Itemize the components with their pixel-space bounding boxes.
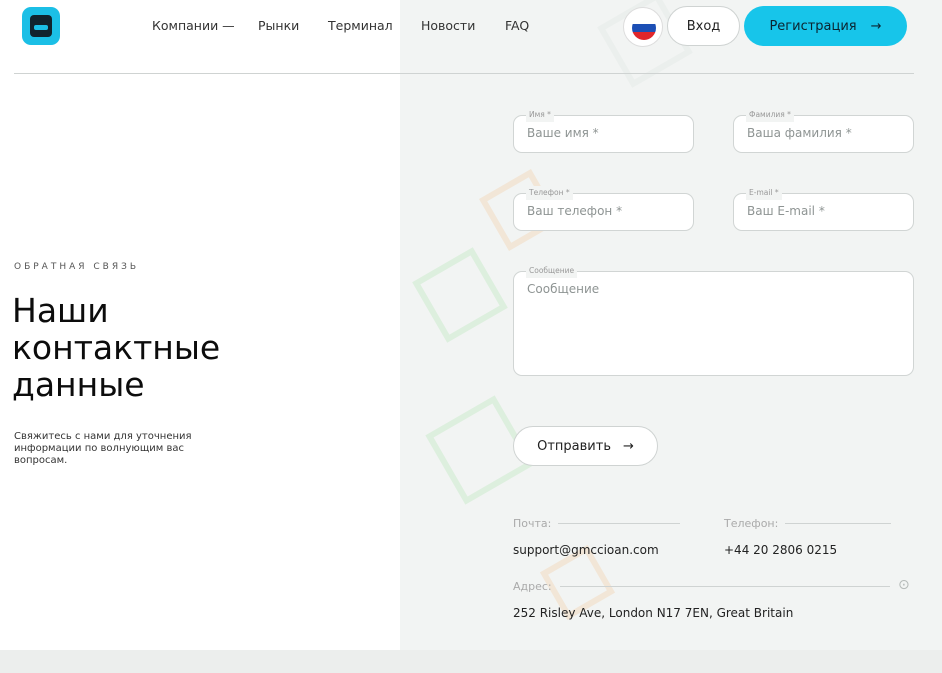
submit-label: Отправить bbox=[537, 438, 611, 454]
arrow-right-icon: → bbox=[870, 18, 882, 34]
message-field[interactable]: Сообщение Сообщение bbox=[513, 264, 914, 376]
phone-divider bbox=[785, 523, 891, 524]
header-divider bbox=[14, 73, 914, 74]
nav-news[interactable]: Новости bbox=[421, 18, 475, 33]
mail-label: Почта: bbox=[513, 517, 552, 530]
phone-field[interactable]: Телефон * Ваш телефон * bbox=[513, 186, 694, 231]
title-line: данные bbox=[12, 365, 145, 404]
arrow-right-icon: → bbox=[622, 438, 634, 454]
title-line: Наши bbox=[12, 291, 109, 330]
section-eyebrow: ОБРАТНАЯ СВЯЗЬ bbox=[14, 262, 140, 272]
address-value: 252 Risley Ave, London N17 7EN, Great Br… bbox=[513, 606, 794, 620]
footer-strip bbox=[0, 650, 942, 673]
message-placeholder: Сообщение bbox=[527, 282, 600, 296]
surname-field[interactable]: Фамилия * Ваша фамилия * bbox=[733, 108, 914, 153]
phone-legend: Телефон * bbox=[526, 186, 573, 200]
title-line: контактные bbox=[12, 328, 221, 367]
decorative-square bbox=[412, 247, 508, 343]
mail-value[interactable]: support@gmccioan.com bbox=[513, 543, 659, 557]
login-label: Вход bbox=[686, 18, 721, 34]
russia-flag-icon bbox=[632, 16, 656, 40]
page-title: Наши контактные данные bbox=[12, 292, 332, 403]
name-placeholder: Ваше имя * bbox=[527, 126, 599, 140]
address-divider bbox=[560, 586, 890, 587]
email-legend: E-mail * bbox=[746, 186, 782, 200]
nav-faq[interactable]: FAQ bbox=[505, 18, 529, 33]
nav-terminal[interactable]: Терминал bbox=[328, 18, 393, 33]
register-button[interactable]: Регистрация → bbox=[744, 6, 907, 46]
language-switcher[interactable] bbox=[623, 7, 663, 47]
address-label: Адрес: bbox=[513, 580, 552, 593]
name-legend: Имя * bbox=[526, 108, 554, 122]
email-placeholder: Ваш E-mail * bbox=[747, 204, 825, 218]
register-label: Регистрация bbox=[769, 18, 857, 34]
page-subtitle: Свяжитесь с нами для уточнения информаци… bbox=[14, 431, 192, 466]
login-button[interactable]: Вход bbox=[667, 6, 740, 46]
logo-icon[interactable] bbox=[22, 7, 60, 45]
email-field[interactable]: E-mail * Ваш E-mail * bbox=[733, 186, 914, 231]
phone-placeholder: Ваш телефон * bbox=[527, 204, 623, 218]
submit-button[interactable]: Отправить → bbox=[513, 426, 658, 466]
location-pin-icon: ⊙ bbox=[898, 577, 910, 593]
phone-label: Телефон: bbox=[724, 517, 779, 530]
message-legend: Сообщение bbox=[526, 264, 578, 278]
surname-legend: Фамилия * bbox=[746, 108, 794, 122]
nav-markets[interactable]: Рынки bbox=[258, 18, 299, 33]
phone-value[interactable]: +44 20 2806 0215 bbox=[724, 543, 837, 557]
name-field[interactable]: Имя * Ваше имя * bbox=[513, 108, 694, 153]
mail-divider bbox=[558, 523, 680, 524]
surname-placeholder: Ваша фамилия * bbox=[747, 126, 852, 140]
nav-companies[interactable]: Компании — bbox=[152, 18, 235, 33]
